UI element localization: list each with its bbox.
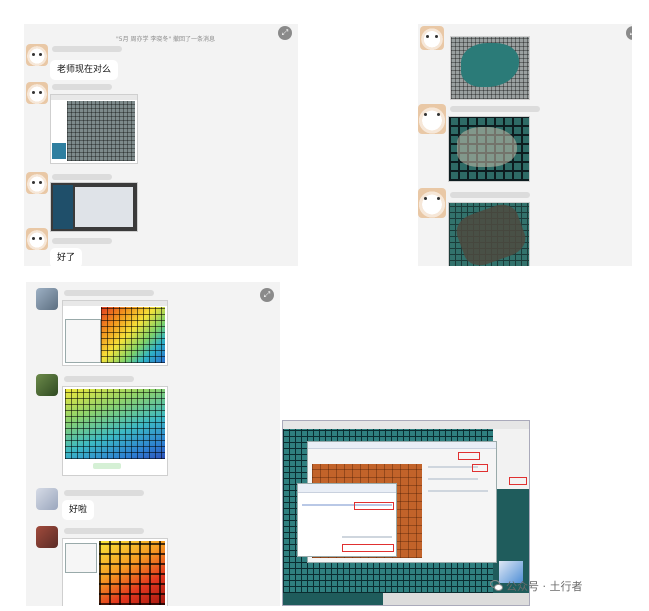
sender-name <box>64 528 144 534</box>
avatar <box>26 44 48 66</box>
sender-name <box>64 376 134 382</box>
sender-name <box>450 192 530 198</box>
avatar <box>36 374 58 396</box>
screenshot-image[interactable] <box>50 94 138 164</box>
dialog-preview <box>65 543 97 573</box>
expand-icon[interactable]: ⤢ <box>260 288 274 302</box>
screenshot-image[interactable] <box>50 182 138 232</box>
dialog-titlebar <box>308 442 496 449</box>
dialog-preview <box>75 187 133 227</box>
sender-name <box>450 106 540 112</box>
highlight-box <box>342 544 394 552</box>
status-strip <box>93 463 121 469</box>
highlight-box <box>472 464 488 472</box>
screenshot-image[interactable] <box>448 202 530 266</box>
mesh-view <box>67 101 135 161</box>
highlight-box <box>509 477 527 485</box>
dialog-preview <box>65 319 101 363</box>
avatar <box>36 488 58 510</box>
expand-icon[interactable]: ⤢ <box>626 26 632 40</box>
watermark-text: 公众号 · 土行者 <box>506 580 583 593</box>
chat-panel-top-left: "5月 周亦学 李晓冬" 撤回了一条消息 ⤢ 老师现在对么 好了 <box>24 24 298 266</box>
top-toolbar <box>283 421 529 429</box>
message-bubble: 好啦 <box>62 500 95 520</box>
avatar <box>26 172 48 194</box>
toolbar <box>63 301 167 306</box>
sender-name <box>52 174 112 180</box>
file-dialog <box>297 483 397 557</box>
sender-name <box>52 84 112 90</box>
highlight-box <box>458 452 480 460</box>
highlight-box <box>354 502 394 510</box>
boundary-region <box>457 127 517 167</box>
field-row <box>428 490 488 492</box>
bottom-toolbar <box>383 593 529 605</box>
avatar <box>418 104 446 134</box>
side-preview <box>53 185 73 229</box>
wechat-icon <box>490 580 503 591</box>
toolbar <box>51 95 137 100</box>
screenshot-image[interactable] <box>62 386 168 476</box>
avatar <box>418 188 446 218</box>
sender-name <box>64 490 144 496</box>
sender-name <box>52 46 122 52</box>
avatar <box>420 26 444 50</box>
avatar <box>36 288 58 310</box>
screenshot-image[interactable] <box>62 538 168 606</box>
screenshot-image[interactable] <box>448 116 530 182</box>
sender-name <box>52 238 112 244</box>
watermark: 公众号 · 土行者 <box>490 578 583 594</box>
heatmap-view <box>101 307 165 363</box>
message-bubble: 老师现在对么 <box>50 60 119 80</box>
chat-panel-bottom-left: ⤢ 好啦 <box>26 282 280 606</box>
screenshot-image[interactable] <box>62 300 168 366</box>
path-row <box>342 536 392 538</box>
chat-panel-top-right: ⤢ <box>418 24 632 266</box>
avatar <box>26 228 48 250</box>
sender-name <box>64 290 154 296</box>
field-row <box>428 478 478 480</box>
avatar <box>36 526 58 548</box>
dialog-titlebar <box>298 484 396 493</box>
field-row <box>428 466 478 468</box>
system-notice: "5月 周亦学 李晓冬" 撤回了一条消息 <box>116 36 216 43</box>
expand-icon[interactable]: ⤢ <box>278 26 292 40</box>
heatmap-view <box>99 541 165 605</box>
heatmap-view <box>65 389 165 459</box>
avatar <box>26 82 48 104</box>
message-bubble: 好了 <box>50 248 83 266</box>
screenshot-image[interactable] <box>450 36 530 100</box>
model-preview <box>52 143 66 159</box>
